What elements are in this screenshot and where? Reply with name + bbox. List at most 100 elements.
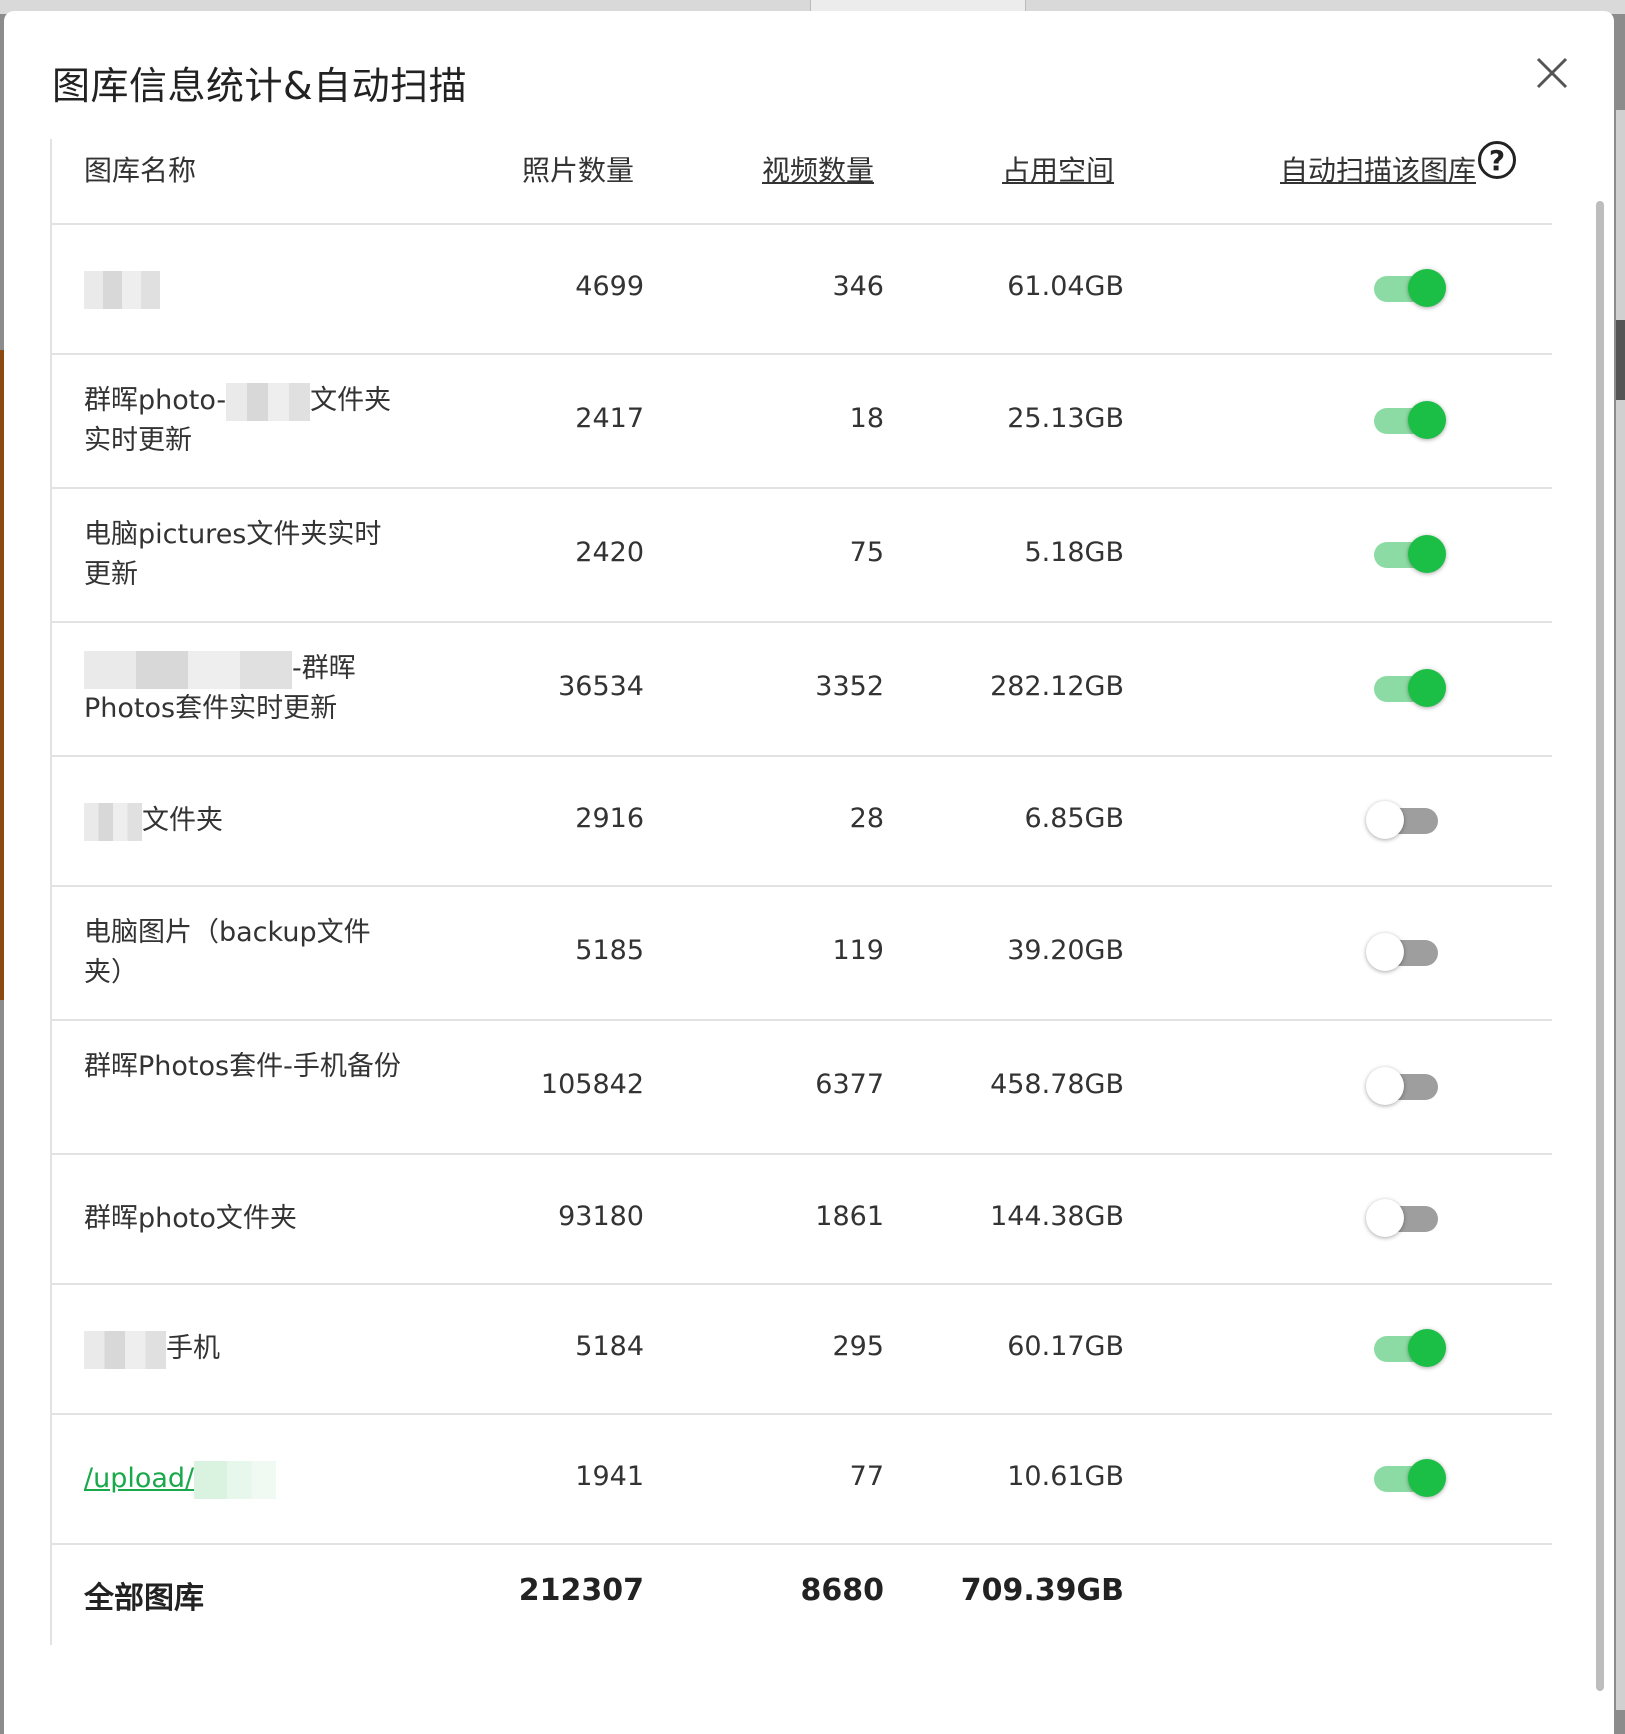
library-path-link[interactable]: /upload/ <box>84 1459 404 1499</box>
table-row: 4699 346 61.04GB <box>52 225 1552 355</box>
storage-size: 60.17GB <box>1007 1331 1124 1362</box>
toggle-knob <box>1408 535 1446 573</box>
video-count: 75 <box>849 537 884 568</box>
table-row: 群晖Photos套件-手机备份 105842 6377 458.78GB <box>52 1021 1552 1155</box>
library-name: 群晖photo文件夹 <box>84 1199 404 1239</box>
library-name: 文件夹 <box>84 801 404 841</box>
auto-scan-toggle[interactable] <box>1370 401 1446 439</box>
total-videos: 8680 <box>800 1573 885 1608</box>
total-row: 全部图库 212307 8680 709.39GB <box>52 1545 1552 1645</box>
table-scroll-area[interactable]: 图库名称 照片数量 视频数量 占用空间 自动扫描该图库 ? 4699 346 61.… <box>50 139 1552 1734</box>
video-count: 295 <box>832 1331 884 1362</box>
photo-count: 2916 <box>575 803 644 834</box>
photo-count: 105842 <box>540 1069 644 1100</box>
header-photo-count: 照片数量 <box>522 154 635 187</box>
storage-size: 458.78GB <box>990 1069 1124 1100</box>
video-count: 18 <box>849 403 884 434</box>
toggle-knob <box>1408 1329 1446 1367</box>
photo-count: 1941 <box>575 1461 644 1492</box>
scrollbar[interactable] <box>1596 201 1604 1691</box>
library-name-part: 文件夹 <box>142 805 223 836</box>
library-name: 群晖Photos套件-手机备份 <box>84 1047 404 1087</box>
video-count: 346 <box>832 271 884 302</box>
library-name-part: /upload/ <box>84 1463 195 1494</box>
photo-count: 4699 <box>575 271 644 302</box>
auto-scan-toggle[interactable] <box>1370 1459 1446 1497</box>
photo-count: 36534 <box>558 671 644 702</box>
library-name-part: 手机 <box>166 1333 220 1364</box>
dialog-title: 图库信息统计&自动扫描 <box>52 64 468 108</box>
video-count: 1861 <box>815 1201 884 1232</box>
auto-scan-toggle[interactable] <box>1370 535 1446 573</box>
header-video-count[interactable]: 视频数量 <box>762 149 874 189</box>
storage-size: 61.04GB <box>1007 271 1124 302</box>
header-auto-scan[interactable]: 自动扫描该图库 <box>1280 149 1476 189</box>
library-name: 手机 <box>84 1329 404 1369</box>
background-block <box>1616 320 1625 400</box>
redacted-text <box>84 1330 166 1369</box>
library-name: 电脑pictures文件夹实时更新 <box>84 515 404 595</box>
library-name: -群晖Photos套件实时更新 <box>84 649 404 729</box>
auto-scan-toggle[interactable] <box>1366 1067 1442 1105</box>
table-row: 群晖photo- 文件夹实时更新 2417 18 25.13GB <box>52 355 1552 489</box>
toggle-knob <box>1366 1067 1404 1105</box>
table-row: 手机 5184 295 60.17GB <box>52 1285 1552 1415</box>
toggle-knob <box>1408 1459 1446 1497</box>
auto-scan-toggle[interactable] <box>1366 933 1442 971</box>
library-name <box>84 269 404 309</box>
toggle-knob <box>1366 801 1404 839</box>
table-row: 文件夹 2916 28 6.85GB <box>52 757 1552 887</box>
toggle-knob <box>1366 933 1404 971</box>
library-name-part: 群晖photo文件夹 <box>84 1203 297 1234</box>
video-count: 77 <box>849 1461 884 1492</box>
background-right-strip <box>1616 110 1625 1710</box>
photo-count: 2417 <box>575 403 644 434</box>
total-photos: 212307 <box>518 1573 644 1608</box>
library-name: 电脑图片（backup文件夹） <box>84 913 404 993</box>
close-button[interactable] <box>1532 53 1572 93</box>
photo-count: 5185 <box>575 935 644 966</box>
auto-scan-toggle[interactable] <box>1370 1329 1446 1367</box>
auto-scan-toggle[interactable] <box>1366 1199 1442 1237</box>
video-count: 28 <box>849 803 884 834</box>
toggle-knob <box>1408 269 1446 307</box>
video-count: 119 <box>832 935 884 966</box>
photo-count: 5184 <box>575 1331 644 1362</box>
table-header: 图库名称 照片数量 视频数量 占用空间 自动扫描该图库 ? <box>52 139 1552 225</box>
toggle-knob <box>1408 401 1446 439</box>
header-size[interactable]: 占用空间 <box>1002 149 1114 189</box>
header-library-name: 图库名称 <box>84 154 197 187</box>
auto-scan-toggle[interactable] <box>1370 269 1446 307</box>
redacted-text <box>194 1460 277 1499</box>
toggle-knob <box>1408 669 1446 707</box>
video-count: 3352 <box>815 671 884 702</box>
table-row: 电脑pictures文件夹实时更新 2420 75 5.18GB <box>52 489 1552 623</box>
toggle-knob <box>1366 1199 1404 1237</box>
library-name-part: 群晖photo- <box>84 385 227 416</box>
library-stats-dialog: 图库信息统计&自动扫描 图库名称 照片数量 视频数量 占用空间 自动扫描该图库 … <box>4 11 1614 1734</box>
storage-size: 5.18GB <box>1024 537 1124 568</box>
auto-scan-toggle[interactable] <box>1370 669 1446 707</box>
storage-size: 282.12GB <box>990 671 1124 702</box>
table-row: 电脑图片（backup文件夹） 5185 119 39.20GB <box>52 887 1552 1021</box>
storage-size: 6.85GB <box>1024 803 1124 834</box>
total-label: 全部图库 <box>84 1581 204 1616</box>
table-row: /upload/1941 77 10.61GB <box>52 1415 1552 1545</box>
library-table: 图库名称 照片数量 视频数量 占用空间 自动扫描该图库 ? 4699 346 61.… <box>50 139 1552 1645</box>
redacted-text <box>226 382 311 421</box>
storage-size: 10.61GB <box>1007 1461 1124 1492</box>
total-size: 709.39GB <box>960 1573 1124 1608</box>
redacted-text <box>84 650 292 689</box>
table-row: -群晖Photos套件实时更新 36534 3352 282.12GB <box>52 623 1552 757</box>
redacted-text <box>84 802 142 841</box>
table-row: 群晖photo文件夹 93180 1861 144.38GB <box>52 1155 1552 1285</box>
close-icon <box>1536 57 1568 89</box>
video-count: 6377 <box>815 1069 884 1100</box>
library-name: 群晖photo- 文件夹实时更新 <box>84 381 404 461</box>
help-icon[interactable]: ? <box>1478 141 1516 179</box>
auto-scan-toggle[interactable] <box>1366 801 1442 839</box>
storage-size: 25.13GB <box>1007 403 1124 434</box>
storage-size: 39.20GB <box>1007 935 1124 966</box>
storage-size: 144.38GB <box>990 1201 1124 1232</box>
library-name-part: 电脑图片（backup文件夹） <box>84 917 371 988</box>
